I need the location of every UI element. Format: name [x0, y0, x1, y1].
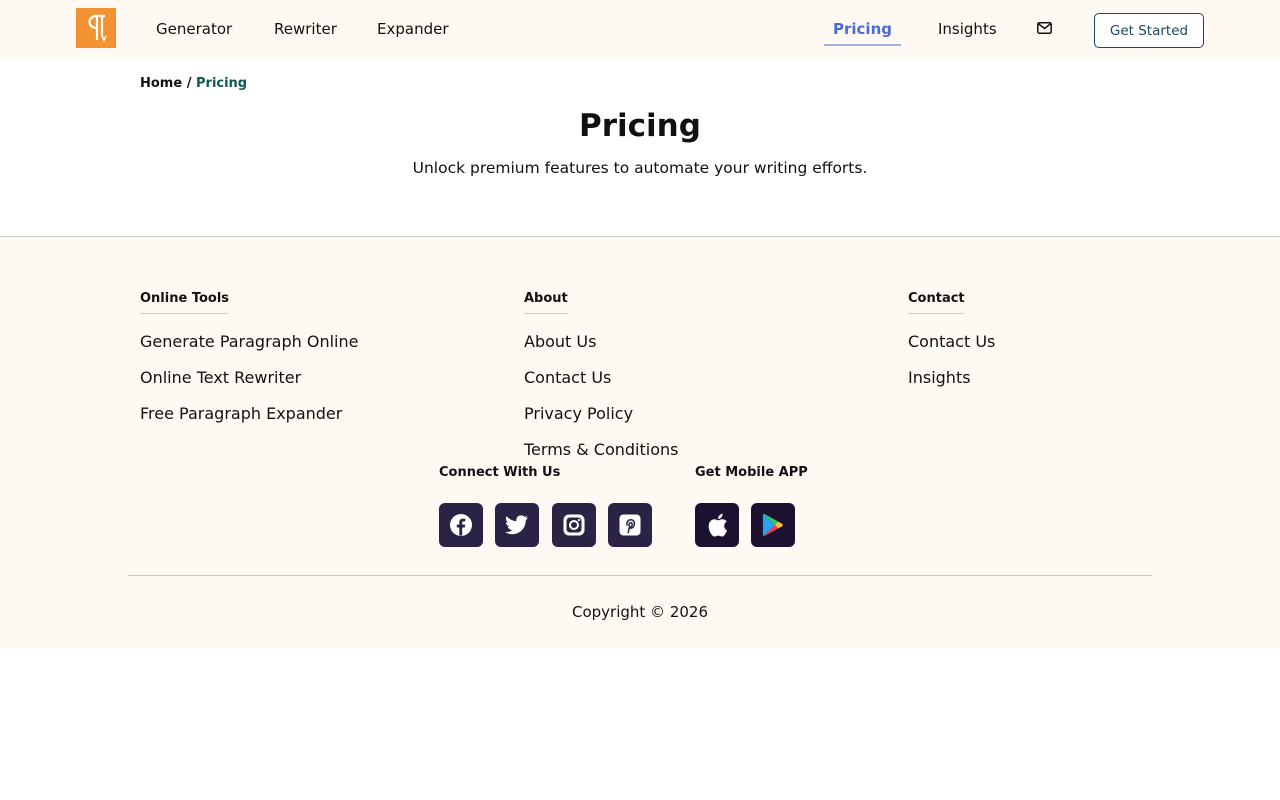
footer-link[interactable]: Privacy Policy	[524, 396, 678, 432]
footer-divider	[128, 575, 1152, 576]
page-subtitle: Unlock premium features to automate your…	[412, 159, 868, 177]
footer-column-about: About About Us Contact Us Privacy Policy…	[524, 287, 678, 468]
footer-link[interactable]: Contact Us	[908, 324, 995, 360]
footer-heading: Online Tools	[140, 291, 230, 314]
footer-heading: About	[524, 291, 568, 314]
breadcrumb-current: Pricing	[196, 76, 248, 91]
instagram-icon	[563, 514, 585, 536]
site-footer: Online Tools Generate Paragraph Online O…	[0, 236, 1280, 648]
nav-expander[interactable]: Expander	[377, 20, 449, 38]
app-store-button[interactable]	[695, 503, 739, 547]
envelope-icon[interactable]	[1037, 22, 1052, 34]
breadcrumb-home[interactable]: Home	[140, 76, 182, 91]
twitter-button[interactable]	[495, 503, 539, 547]
page-title: Pricing	[579, 108, 701, 144]
footer-heading: Contact	[908, 291, 965, 314]
breadcrumb: Home / Pricing	[140, 76, 247, 91]
nav-pricing[interactable]: Pricing	[824, 20, 901, 46]
footer-link[interactable]: Contact Us	[524, 360, 678, 396]
pinterest-button[interactable]	[608, 503, 652, 547]
copyright: Copyright © 2026	[571, 603, 708, 621]
twitter-icon	[505, 515, 528, 535]
nav-generator[interactable]: Generator	[156, 20, 232, 38]
pilcrow-pen-icon	[88, 14, 107, 42]
nav-insights[interactable]: Insights	[938, 20, 997, 38]
footer-link[interactable]: Online Text Rewriter	[140, 360, 358, 396]
instagram-button[interactable]	[552, 503, 596, 547]
breadcrumb-separator: /	[186, 76, 192, 91]
footer-column-contact: Contact Contact Us Insights	[908, 287, 995, 396]
facebook-button[interactable]	[439, 503, 483, 547]
footer-link[interactable]: Terms & Conditions	[524, 432, 678, 468]
logo[interactable]	[76, 8, 116, 48]
site-header: Generator Rewriter Expander Pricing Insi…	[0, 0, 1280, 60]
google-play-button[interactable]	[751, 503, 795, 547]
connect-heading: Connect With Us	[439, 465, 561, 480]
footer-link[interactable]: Free Paragraph Expander	[140, 396, 358, 432]
footer-link[interactable]: Generate Paragraph Online	[140, 324, 358, 360]
apple-icon	[708, 513, 727, 537]
footer-link[interactable]: Insights	[908, 360, 995, 396]
nav-rewriter[interactable]: Rewriter	[274, 20, 337, 38]
mobile-app-heading: Get Mobile APP	[695, 465, 808, 480]
google-play-icon	[762, 513, 783, 537]
footer-column-online-tools: Online Tools Generate Paragraph Online O…	[140, 287, 358, 432]
footer-link[interactable]: About Us	[524, 324, 678, 360]
pinterest-icon	[619, 514, 641, 536]
facebook-icon	[450, 514, 472, 536]
get-started-button[interactable]: Get Started	[1094, 13, 1204, 48]
